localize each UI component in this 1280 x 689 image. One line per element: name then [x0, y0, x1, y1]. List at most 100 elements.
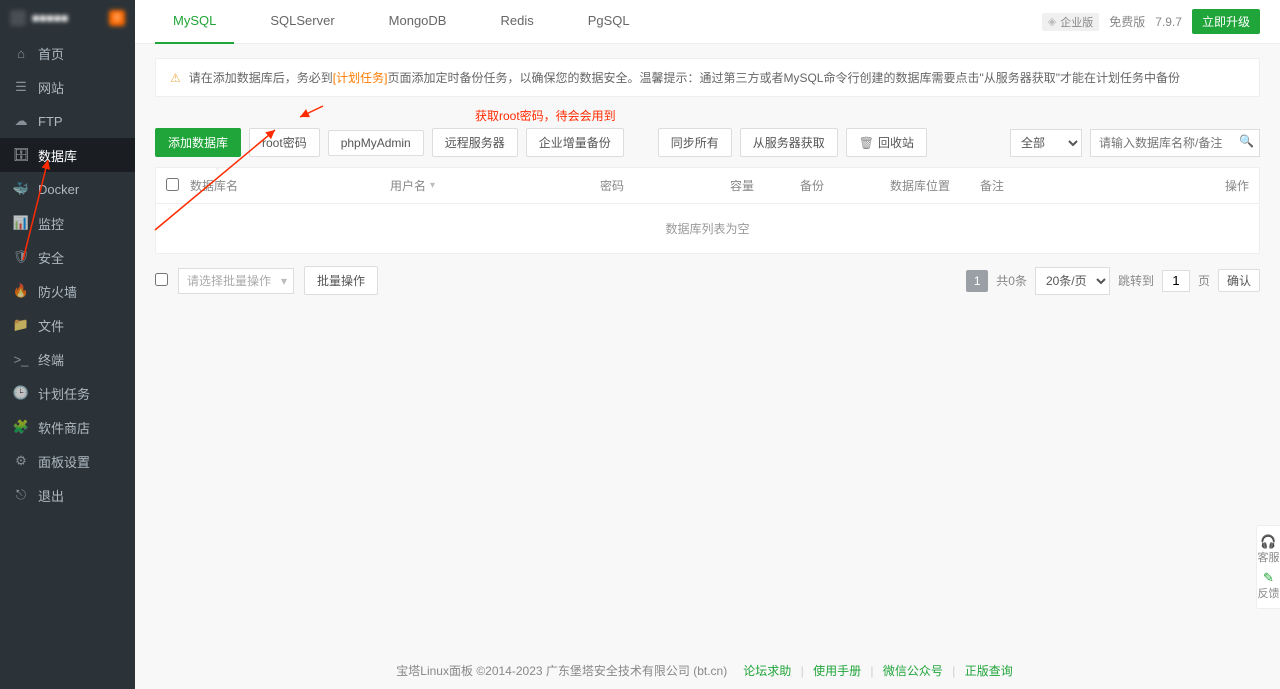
tab-sqlserver[interactable]: SQLServer	[252, 0, 352, 44]
sidebar-item-docker[interactable]: 🐳Docker	[0, 172, 135, 206]
remote-server-button[interactable]: 远程服务器	[432, 128, 518, 157]
diamond-icon: ◈	[1048, 15, 1056, 28]
sidebar-item-monitor[interactable]: 📊监控	[0, 206, 135, 240]
batch-select[interactable]: 请选择批量操作▾	[178, 268, 294, 294]
chevron-down-icon: ▾	[281, 274, 287, 288]
notice-pre: 请在添加数据库后，务必到	[189, 71, 333, 85]
page-current[interactable]: 1	[966, 270, 988, 292]
sidebar-item-firewall[interactable]: 🔥 防火墙	[0, 274, 135, 308]
sidebar-item-label: 监控	[38, 214, 64, 233]
upgrade-button[interactable]: 立即升级	[1192, 9, 1260, 34]
home-icon: ⌂	[14, 46, 28, 60]
enterprise-label: 企业版	[1060, 14, 1093, 30]
incremental-backup-button[interactable]: 企业增量备份	[526, 128, 624, 157]
page-size-select[interactable]: 20条/页	[1035, 267, 1110, 295]
exit-icon: ⎋	[14, 488, 28, 502]
sidebar-item-globe[interactable]: ☰ 网站	[0, 70, 135, 104]
footer-link[interactable]: 使用手册	[813, 664, 861, 678]
notice-text: 请在添加数据库后，务必到[计划任务]页面添加定时备份任务，以确保您的数据安全。温…	[189, 69, 1180, 86]
footer-text: 宝塔Linux面板 ©2014-2023 广东堡塔安全技术有限公司 (bt.cn…	[396, 664, 727, 678]
notice-bar: ⚠ 请在添加数据库后，务必到[计划任务]页面添加定时备份任务，以确保您的数据安全…	[155, 58, 1260, 97]
main: MySQL SQLServer MongoDB Redis PgSQL ◈ 企业版 免费版…	[135, 0, 1280, 689]
footer-link[interactable]: 论坛求助	[743, 664, 791, 678]
footer: 宝塔Linux面板 ©2014-2023 广东堡塔安全技术有限公司 (bt.cn…	[135, 662, 1280, 679]
settings-icon: ⚙	[14, 454, 28, 468]
customer-service-button[interactable]: 🎧 客服	[1258, 532, 1280, 566]
col-user[interactable]: 用户名 ▾	[390, 177, 600, 194]
sidebar-item-label: 数据库	[38, 146, 77, 165]
globe-icon: ☰	[14, 80, 28, 94]
content: ⚠ 请在添加数据库后，务必到[计划任务]页面添加定时备份任务，以确保您的数据安全…	[135, 44, 1280, 689]
sidebar-item-label: 首页	[38, 44, 64, 63]
filter-select[interactable]: 全部	[1010, 129, 1082, 157]
sidebar-logo: ■■■■■ 0	[0, 0, 135, 36]
sidebar-item-label: 计划任务	[38, 384, 90, 403]
search-input[interactable]	[1090, 129, 1260, 157]
root-password-button[interactable]: root密码	[249, 128, 320, 157]
sidebar-item-folder[interactable]: 📁 文件	[0, 308, 135, 342]
edit-icon: ✎	[1263, 570, 1274, 586]
enterprise-badge[interactable]: ◈ 企业版	[1042, 13, 1099, 31]
sidebar-item-label: 文件	[38, 316, 64, 335]
fb-label: 反馈	[1258, 588, 1280, 600]
free-label: 免费版	[1109, 13, 1145, 30]
col-remark: 备注	[980, 177, 1199, 194]
feedback-button[interactable]: ✎ 反馈	[1258, 568, 1280, 602]
col-name[interactable]: 数据库名	[190, 177, 390, 194]
sidebar-item-settings[interactable]: ⚙ 面板设置	[0, 444, 135, 478]
col-user-label: 用户名	[390, 177, 426, 194]
firewall-icon: 🔥	[14, 284, 28, 298]
sidebar-item-home[interactable]: ⌂ 首页	[0, 36, 135, 70]
sidebar-item-database[interactable]: 🗄 数据库	[0, 138, 135, 172]
col-location: 数据库位置	[890, 177, 980, 194]
version-number: 7.9.7	[1155, 15, 1182, 29]
col-backup: 备份	[800, 177, 890, 194]
recycle-bin-button[interactable]: 🗑 回收站	[846, 128, 927, 157]
notification-badge[interactable]: 0	[109, 10, 125, 26]
phpmyadmin-button[interactable]: phpMyAdmin	[328, 130, 424, 156]
recycle-label: 回收站	[878, 136, 914, 150]
col-operation: 操作	[1199, 177, 1249, 194]
tab-redis[interactable]: Redis	[482, 0, 551, 44]
sidebar-item-clock[interactable]: 🕒计划任务	[0, 376, 135, 410]
search-wrap: 🔍	[1090, 129, 1260, 157]
sidebar-item-label: 网站	[38, 78, 64, 97]
select-all-checkbox[interactable]	[166, 178, 179, 191]
folder-icon: 📁	[14, 318, 28, 332]
batch-select-checkbox[interactable]	[155, 273, 168, 286]
database-icon: 🗄	[14, 148, 28, 162]
sync-all-button[interactable]: 同步所有	[658, 128, 732, 157]
col-password: 密码	[600, 177, 730, 194]
jump-input[interactable]	[1162, 270, 1190, 292]
sidebar-item-terminal[interactable]: >_终端	[0, 342, 135, 376]
tab-mysql[interactable]: MySQL	[155, 0, 234, 44]
sidebar-item-label: FTP	[38, 114, 63, 129]
sidebar-item-label: 面板设置	[38, 452, 90, 471]
trash-icon: 🗑	[859, 136, 874, 150]
terminal-icon: >_	[14, 352, 28, 366]
sidebar-item-exit[interactable]: ⎋退出	[0, 478, 135, 512]
jump-confirm-button[interactable]: 确认	[1218, 269, 1260, 292]
empty-state: 数据库列表为空	[156, 204, 1259, 253]
database-table: 数据库名 用户名▾ 密码 容量 备份 数据库位置 备注 操作 数据库列表为空	[155, 167, 1260, 254]
sort-icon: ▾	[430, 180, 435, 191]
footer-link[interactable]: 微信公众号	[883, 664, 943, 678]
tab-pgsql[interactable]: PgSQL	[570, 0, 648, 44]
topbar: MySQL SQLServer MongoDB Redis PgSQL ◈ 企业版 免费版…	[135, 0, 1280, 44]
sidebar-item-label: 防火墙	[38, 282, 77, 301]
notice-link[interactable]: [计划任务]	[333, 71, 388, 85]
add-database-button[interactable]: 添加数据库	[155, 128, 241, 157]
footer-link[interactable]: 正版查询	[965, 664, 1013, 678]
sidebar-item-store[interactable]: 🧩软件商店	[0, 410, 135, 444]
tab-mongodb[interactable]: MongoDB	[371, 0, 465, 44]
db-tabs: MySQL SQLServer MongoDB Redis PgSQL	[155, 0, 666, 44]
logo-icon	[10, 10, 26, 26]
side-float: 🎧 客服 ✎ 反馈	[1256, 525, 1280, 609]
batch-action-button[interactable]: 批量操作	[304, 266, 378, 295]
search-icon[interactable]: 🔍	[1239, 134, 1254, 148]
fetch-from-server-button[interactable]: 从服务器获取	[740, 128, 838, 157]
page-total: 共0条	[996, 272, 1027, 289]
table-header: 数据库名 用户名▾ 密码 容量 备份 数据库位置 备注 操作	[156, 168, 1259, 204]
sidebar-item-cloud[interactable]: ☁FTP	[0, 104, 135, 138]
sidebar-item-shield[interactable]: 🛡安全	[0, 240, 135, 274]
